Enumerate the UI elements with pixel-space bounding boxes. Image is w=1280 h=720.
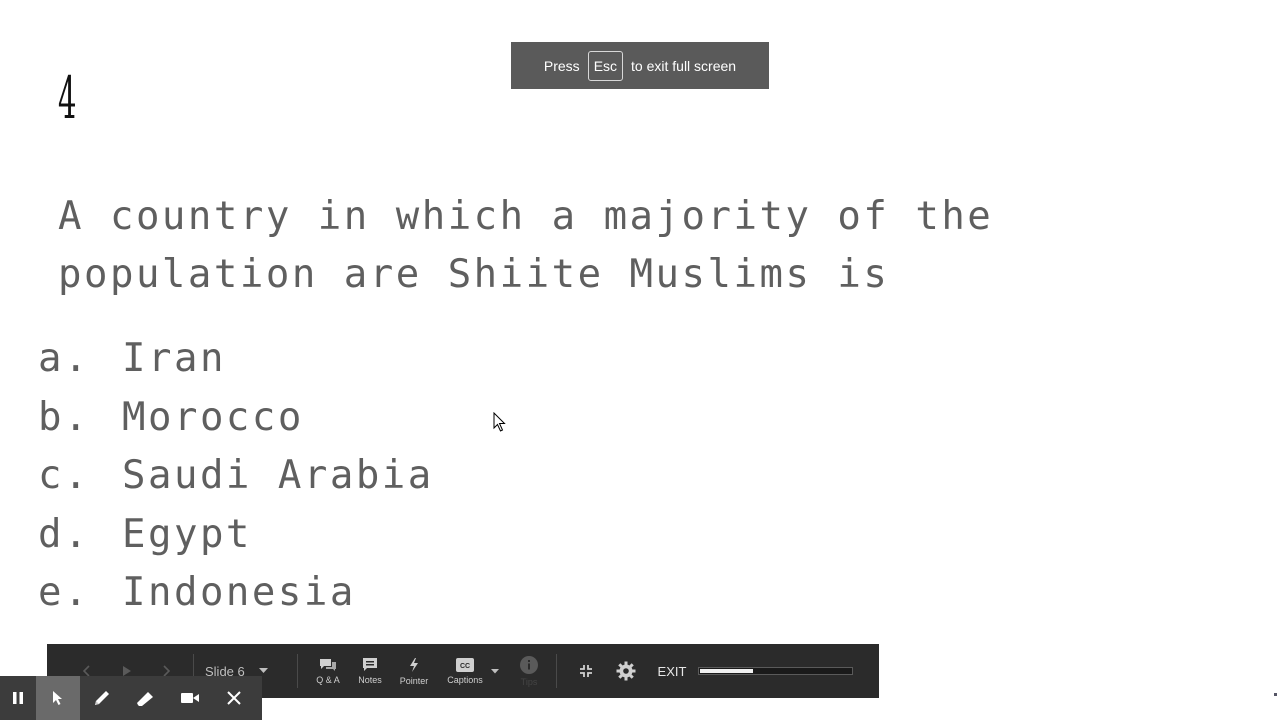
pointer-label: Pointer: [399, 675, 429, 686]
pen-tool-button[interactable]: [80, 676, 124, 720]
pointer-button[interactable]: Pointer: [394, 644, 434, 698]
answer-option: d. Egypt: [38, 506, 434, 565]
select-arrow-icon: [53, 691, 62, 705]
video-camera-icon: [181, 693, 199, 703]
question-text: A country in which a majority of the pop…: [58, 188, 1038, 304]
question-line-2: population are Shiite Muslims is: [58, 252, 890, 297]
esc-key-badge: Esc: [587, 50, 624, 81]
captions-options-dropdown[interactable]: [489, 644, 501, 698]
answer-letter: d.: [38, 511, 90, 557]
exit-fullscreen-button[interactable]: [574, 644, 598, 698]
tips-label: Tips: [520, 676, 538, 687]
qa-label: Q & A: [316, 674, 340, 685]
captions-button[interactable]: CC Captions: [443, 644, 487, 698]
toast-exit-text: to exit full screen: [631, 57, 737, 74]
chat-bubbles-icon: [320, 658, 336, 671]
gear-icon: [616, 661, 636, 681]
select-tool-button[interactable]: [36, 676, 80, 720]
slide-canvas: 4 A country in which a majority of the p…: [0, 0, 1280, 720]
pen-icon: [95, 691, 109, 705]
corner-marker: [1274, 693, 1277, 696]
answer-option: b. Morocco: [38, 389, 434, 448]
mouse-cursor-icon: [493, 412, 506, 432]
highlighter-tool-button[interactable]: [124, 676, 168, 720]
answer-text: Indonesia: [122, 570, 356, 615]
answer-option: a. Iran: [38, 330, 434, 389]
presentation-progress-bar: [698, 667, 853, 675]
exit-label: EXIT: [657, 663, 687, 679]
toolbar-divider: [556, 654, 557, 688]
pause-icon: [13, 692, 23, 704]
toolbar-divider: [297, 654, 298, 688]
close-icon: [227, 691, 241, 705]
progress-fill: [700, 669, 753, 673]
notes-icon: [363, 658, 377, 671]
exit-fullscreen-icon: [580, 665, 592, 677]
svg-text:CC: CC: [460, 663, 470, 670]
answer-text: Iran: [122, 336, 226, 381]
answer-letter: e.: [38, 570, 90, 615]
dropdown-arrow-icon: [491, 668, 499, 673]
question-line-1: A country in which a majority of the: [58, 194, 994, 239]
pause-button[interactable]: [0, 676, 36, 720]
answer-letter: a.: [38, 336, 90, 381]
answer-letter: c.: [38, 453, 90, 498]
tips-button[interactable]: Tips: [511, 644, 547, 698]
answer-text: Morocco: [122, 394, 304, 440]
exit-button[interactable]: EXIT: [655, 644, 689, 698]
info-icon: [520, 655, 538, 674]
highlighter-icon: [137, 692, 153, 706]
toast-press-text: Press: [543, 57, 580, 74]
answer-list: a. Iran b. Morocco c. Saudi Arabia d. Egypt …: [38, 330, 434, 623]
close-annotation-button[interactable]: [212, 676, 256, 720]
answer-text: Egypt: [122, 511, 252, 557]
notes-button[interactable]: Notes: [351, 644, 389, 698]
slide-number: 4: [58, 64, 77, 132]
record-video-button[interactable]: [168, 676, 212, 720]
laser-pointer-icon: [410, 657, 418, 672]
qa-button[interactable]: Q & A: [309, 644, 347, 698]
closed-captions-icon: CC: [456, 657, 474, 672]
answer-option: e. Indonesia: [38, 564, 434, 623]
answer-option: c. Saudi Arabia: [38, 447, 434, 506]
answer-letter: b.: [38, 394, 90, 440]
dropdown-arrow-icon: [258, 668, 268, 673]
captions-label: Captions: [447, 674, 483, 685]
answer-text: Saudi Arabia: [122, 453, 434, 498]
notes-label: Notes: [358, 675, 382, 685]
annotation-toolbar: [0, 676, 262, 720]
fullscreen-exit-toast: Press Esc to exit full screen: [511, 42, 769, 89]
settings-button[interactable]: [613, 644, 639, 698]
